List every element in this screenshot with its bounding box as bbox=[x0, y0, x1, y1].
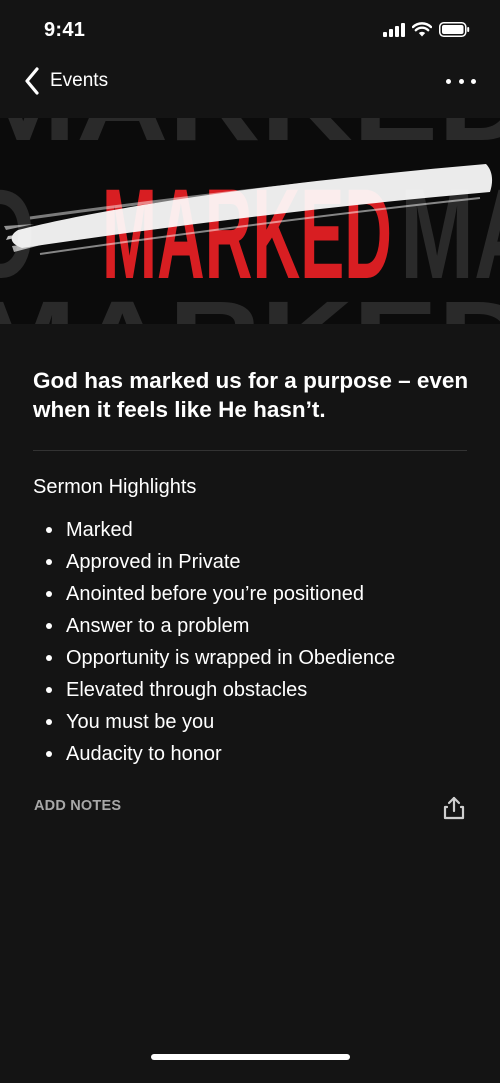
list-item: Answer to a problem bbox=[33, 610, 395, 642]
bullet bbox=[46, 559, 52, 565]
highlight-text: Audacity to honor bbox=[66, 742, 222, 765]
status-bar: 9:41 bbox=[0, 0, 500, 56]
highlight-text: Approved in Private bbox=[66, 550, 241, 573]
nav-bar: Events bbox=[0, 58, 500, 106]
list-item: Approved in Private bbox=[33, 546, 395, 578]
highlight-text: Opportunity is wrapped in Obedience bbox=[66, 646, 396, 669]
sermon-banner: MARKED MARKED MARKED MARKED MARKED bbox=[0, 118, 500, 324]
banner-artwork: MARKED MARKED MARKED MARKED MARKED bbox=[0, 118, 500, 324]
sermon-headline: God has marked us for a purpose – even w… bbox=[33, 368, 469, 422]
bullet bbox=[46, 527, 52, 533]
highlight-text: You must be you bbox=[66, 710, 215, 733]
highlight-text: Answer to a problem bbox=[66, 614, 250, 637]
list-item: Elevated through obstacles bbox=[33, 674, 395, 706]
add-notes-button[interactable]: ADD NOTES bbox=[34, 798, 121, 814]
list-item: Anointed before you’re positioned bbox=[33, 578, 395, 610]
wifi-icon bbox=[412, 22, 432, 37]
banner-word-bg-top: MARKED bbox=[0, 118, 500, 163]
list-item: You must be you bbox=[33, 706, 395, 738]
signal-icon bbox=[383, 22, 405, 37]
more-dot bbox=[471, 78, 476, 84]
home-indicator[interactable] bbox=[151, 1054, 350, 1060]
list-item: Marked bbox=[33, 514, 395, 546]
chevron-left-icon bbox=[25, 67, 39, 95]
share-icon bbox=[443, 796, 465, 820]
more-dot bbox=[446, 78, 451, 84]
back-label: Events bbox=[50, 70, 109, 91]
status-icons bbox=[383, 22, 470, 37]
more-button[interactable] bbox=[446, 68, 476, 94]
highlight-text: Marked bbox=[66, 518, 133, 541]
bullet bbox=[46, 623, 52, 629]
bullet bbox=[46, 751, 52, 757]
battery-icon bbox=[439, 22, 470, 37]
bullet bbox=[46, 591, 52, 597]
back-button[interactable]: Events bbox=[24, 64, 108, 98]
highlights-list: Marked Approved in Private Anointed befo… bbox=[33, 514, 395, 770]
highlight-text: Elevated through obstacles bbox=[66, 678, 308, 701]
bullet bbox=[46, 687, 52, 693]
list-item: Audacity to honor bbox=[33, 738, 395, 770]
bullet bbox=[46, 655, 52, 661]
divider bbox=[33, 450, 467, 451]
more-dot bbox=[458, 78, 464, 84]
section-title: Sermon Highlights bbox=[33, 476, 197, 498]
status-time: 9:41 bbox=[44, 19, 86, 41]
share-button[interactable] bbox=[441, 795, 467, 821]
highlight-text: Anointed before you’re positioned bbox=[66, 582, 364, 605]
bullet bbox=[46, 719, 52, 725]
list-item: Opportunity is wrapped in Obedience bbox=[33, 642, 395, 674]
